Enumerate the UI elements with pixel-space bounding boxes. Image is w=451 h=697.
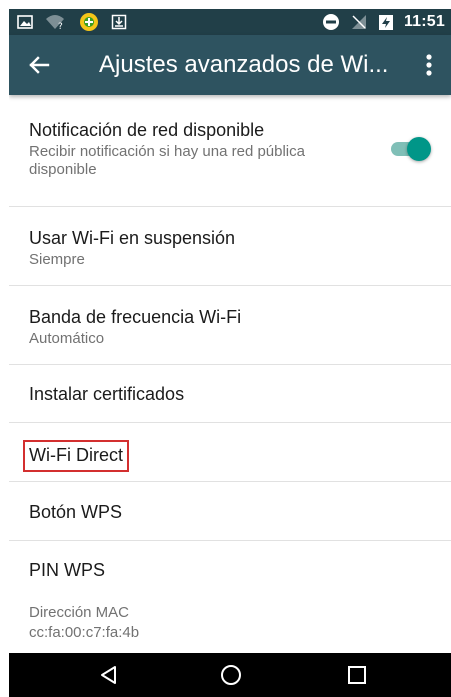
svg-text:?: ? <box>58 22 63 30</box>
mac-address-value: cc:fa:00:c7:fa:4b <box>29 624 140 641</box>
status-time: 11:51 <box>403 13 445 30</box>
do-not-disturb-icon <box>322 13 340 31</box>
setting-wps-button[interactable]: Botón WPS <box>9 482 451 541</box>
setting-mac-address: Dirección MAC cc:fa:00:c7:fa:4b <box>9 597 451 661</box>
setting-frequency-band[interactable]: Banda de frecuencia Wi-Fi Automático <box>9 286 451 365</box>
page-title: Ajustes avanzados de Wi... <box>99 51 389 78</box>
navigation-bar <box>9 653 451 697</box>
triangle-back-icon <box>101 666 116 684</box>
arrow-back-icon <box>29 56 50 74</box>
screen: ? 11:51 Ajustes avanzados de Wi... Notif… <box>9 9 451 697</box>
nav-recents-button[interactable] <box>327 653 387 697</box>
wifi-direct-highlight: Wi-Fi Direct <box>23 440 129 472</box>
nav-home-button[interactable] <box>201 653 261 697</box>
square-recents-icon <box>348 666 366 684</box>
setting-network-notification[interactable]: Notificación de red disponible Recibir n… <box>9 95 451 207</box>
status-bar: ? 11:51 <box>9 9 451 35</box>
status-left-icons: ? <box>17 9 127 35</box>
setting-wps-pin[interactable]: PIN WPS <box>9 541 451 597</box>
setting-summary: Siempre <box>29 251 85 268</box>
back-button[interactable] <box>25 51 53 79</box>
toggle-thumb <box>407 137 431 161</box>
mac-address-label: Dirección MAC <box>29 604 130 621</box>
setting-install-certificates[interactable]: Instalar certificados <box>9 365 451 423</box>
setting-title: Botón WPS <box>29 502 123 522</box>
setting-title: Notificación de red disponible <box>29 120 265 140</box>
setting-title: PIN WPS <box>29 560 106 580</box>
setting-wifi-direct[interactable]: Wi-Fi Direct <box>9 423 451 482</box>
wifi-question-icon: ? <box>45 14 67 30</box>
more-vert-icon <box>426 54 432 76</box>
setting-title: Banda de frecuencia Wi-Fi <box>29 307 242 327</box>
setting-summary: Automático <box>29 330 105 347</box>
more-options-button[interactable] <box>415 51 443 79</box>
status-right-icons: 11:51 <box>322 9 445 35</box>
settings-list: Notificación de red disponible Recibir n… <box>9 95 451 661</box>
no-signal-icon <box>350 13 368 31</box>
setting-title: Usar Wi-Fi en suspensión <box>29 228 236 248</box>
download-icon <box>111 14 127 30</box>
image-icon <box>17 15 33 29</box>
setting-summary: Recibir notificación si hay una red públ… <box>29 143 305 178</box>
app-bar: Ajustes avanzados de Wi... <box>9 35 451 95</box>
setting-wifi-sleep[interactable]: Usar Wi-Fi en suspensión Siempre <box>9 207 451 286</box>
setting-title: Instalar certificados <box>29 384 185 404</box>
battery-charging-icon <box>378 13 394 31</box>
nav-back-button[interactable] <box>79 653 139 697</box>
circle-home-icon <box>221 665 241 685</box>
network-notification-toggle[interactable] <box>391 137 431 161</box>
lottery-icon <box>79 12 99 32</box>
